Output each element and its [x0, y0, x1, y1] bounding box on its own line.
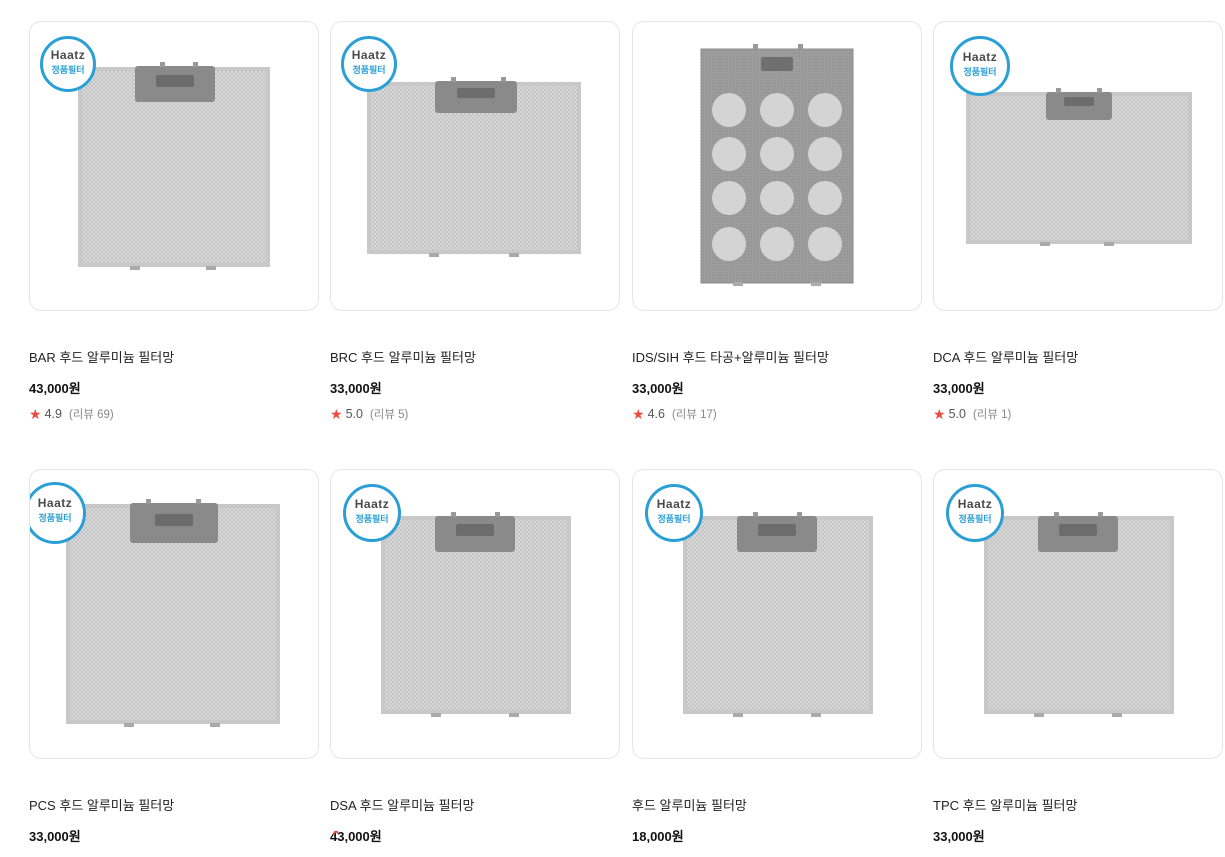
product-image[interactable]: Haatz 정품필터	[330, 21, 620, 311]
rating-score: 5.0	[345, 407, 363, 421]
product-name[interactable]: DSA 후드 알루미늄 필터망	[330, 795, 475, 814]
product-name[interactable]: DCA 후드 알루미늄 필터망	[933, 347, 1078, 366]
product-price: 43,000원	[29, 381, 81, 396]
product-card[interactable]: IDS/SIH 후드 타공+알루미늄 필터망 33,000원 ★ 4.6 (리뷰…	[632, 21, 922, 421]
product-image[interactable]: Haatz 정품필터	[933, 21, 1223, 311]
product-price: 33,000원	[29, 829, 81, 844]
star-icon: ★	[933, 406, 946, 422]
product-name[interactable]: PCS 후드 알루미늄 필터망	[29, 795, 174, 814]
badge-label: 정품필터	[958, 514, 992, 524]
badge-brand: Haatz	[354, 497, 390, 511]
product-grid: Haatz 정품필터 BAR 후드 알루미늄 필터망 43,000원 ★ 4.9…	[0, 0, 1225, 857]
product-price: 33,000원	[632, 381, 684, 396]
product-price: 33,000원	[933, 381, 985, 396]
product-price: 33,000원	[330, 381, 382, 396]
product-rating: ★ 5.0 (리뷰 5)	[330, 406, 408, 422]
rating-score: 4.9	[44, 407, 62, 421]
badge-brand: Haatz	[50, 48, 86, 62]
product-rating: ★ 4.6 (리뷰 17)	[632, 406, 717, 422]
brand-badge-icon: Haatz 정품필터	[645, 484, 703, 542]
product-image[interactable]: Haatz 정품필터	[933, 469, 1223, 759]
brand-badge-icon: Haatz 정품필터	[40, 36, 96, 92]
product-image[interactable]: Haatz 정품필터	[29, 469, 319, 759]
badge-label: 정품필터	[963, 67, 997, 77]
product-name[interactable]: BAR 후드 알루미늄 필터망	[29, 347, 174, 366]
product-card[interactable]: Haatz 정품필터 DCA 후드 알루미늄 필터망 33,000원 ★ 5.0…	[933, 21, 1223, 421]
review-count: (리뷰 5)	[369, 409, 409, 421]
badge-brand: Haatz	[351, 48, 387, 62]
badge-brand: Haatz	[656, 497, 692, 511]
badge-label: 정품필터	[51, 65, 85, 75]
badge-label: 정품필터	[352, 65, 386, 75]
brand-badge-icon: Haatz 정품필터	[950, 36, 1010, 96]
review-count: (리뷰 17)	[671, 409, 717, 421]
badge-brand: Haatz	[962, 50, 998, 64]
star-icon: ★	[330, 406, 343, 422]
product-card[interactable]: Haatz 정품필터 BRC 후드 알루미늄 필터망 33,000원 ★ 5.0…	[330, 21, 620, 421]
badge-brand: Haatz	[957, 497, 993, 511]
product-image[interactable]: Haatz 정품필터	[29, 21, 319, 311]
brand-badge-icon: Haatz 정품필터	[946, 484, 1004, 542]
badge-label: 정품필터	[355, 514, 389, 524]
brand-badge-icon: Haatz 정품필터	[341, 36, 397, 92]
badge-label: 정품필터	[657, 514, 691, 524]
product-price: 33,000원	[933, 829, 985, 844]
product-name[interactable]: TPC 후드 알루미늄 필터망	[933, 795, 1077, 814]
review-count: (리뷰 69)	[68, 409, 114, 421]
product-name[interactable]: BRC 후드 알루미늄 필터망	[330, 347, 476, 366]
badge-brand: Haatz	[37, 496, 73, 510]
rating-score: 4.6	[647, 407, 665, 421]
badge-label: 정품필터	[38, 513, 72, 523]
product-image[interactable]: Haatz 정품필터	[330, 469, 620, 759]
product-card[interactable]: Haatz 정품필터 DSA 후드 알루미늄 필터망 43,000원	[330, 469, 620, 844]
product-card[interactable]: Haatz 정품필터 TPC 후드 알루미늄 필터망 33,000원	[933, 469, 1223, 844]
product-name[interactable]: IDS/SIH 후드 타공+알루미늄 필터망	[632, 347, 829, 366]
product-image[interactable]	[632, 21, 922, 311]
product-image[interactable]: Haatz 정품필터	[632, 469, 922, 759]
product-card[interactable]: Haatz 정품필터 PCS 후드 알루미늄 필터망 33,000원	[29, 469, 319, 844]
product-card[interactable]: Haatz 정품필터 후드 알루미늄 필터망 18,000원	[632, 469, 922, 844]
star-icon: ★	[330, 831, 338, 835]
star-icon: ★	[632, 406, 645, 422]
star-icon: ★	[29, 406, 42, 422]
product-rating: ★ 4.9 (리뷰 69)	[29, 406, 114, 422]
product-rating: ★ 5.0 (리뷰 1)	[933, 406, 1011, 422]
product-price: 18,000원	[632, 829, 684, 844]
product-name[interactable]: 후드 알루미늄 필터망	[632, 795, 747, 814]
perforated-filter-image	[700, 44, 854, 286]
product-card[interactable]: Haatz 정품필터 BAR 후드 알루미늄 필터망 43,000원 ★ 4.9…	[29, 21, 319, 421]
review-count: (리뷰 1)	[972, 409, 1012, 421]
brand-badge-icon: Haatz 정품필터	[343, 484, 401, 542]
product-price: 43,000원	[330, 829, 382, 844]
rating-score: 5.0	[948, 407, 966, 421]
